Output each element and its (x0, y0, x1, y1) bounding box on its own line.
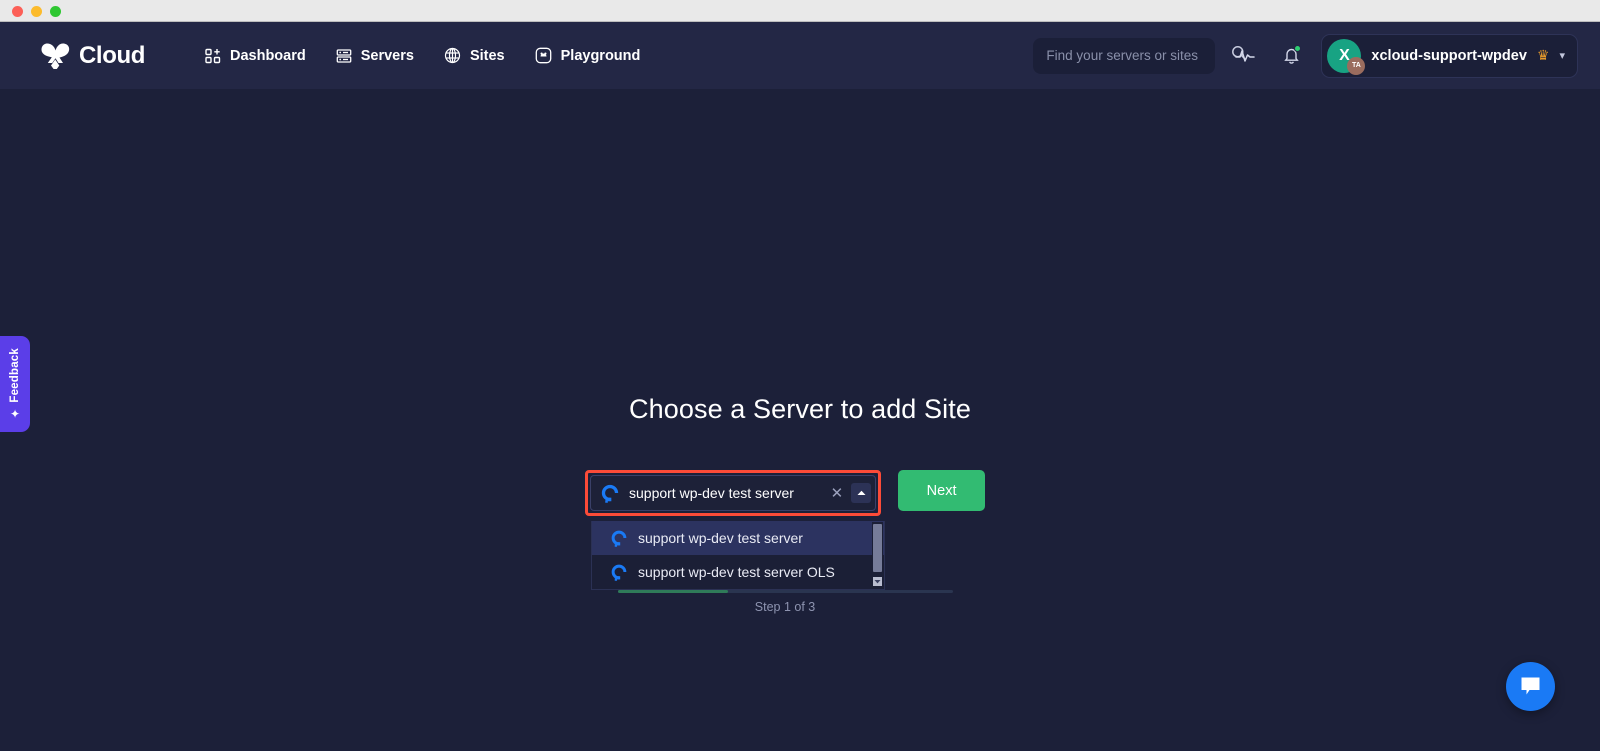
playground-icon (535, 47, 552, 64)
dropdown-scrollbar-thumb[interactable] (873, 524, 882, 572)
dropdown-option[interactable]: support wp-dev test server OLS (592, 555, 884, 589)
avatar: X TA (1327, 38, 1366, 75)
brand-logo[interactable]: Cloud (38, 41, 145, 71)
nav-item-sites[interactable]: Sites (444, 47, 505, 64)
header-right-tools: X TA xcloud-support-wpdev ♛ ▾ (1033, 33, 1578, 78)
account-menu[interactable]: X TA xcloud-support-wpdev ♛ ▾ (1321, 33, 1578, 78)
chevron-down-icon[interactable]: ▾ (1559, 49, 1565, 62)
xcloud-logo-icon (41, 42, 70, 69)
nav-label-playground: Playground (560, 47, 641, 64)
zoom-window-button[interactable] (50, 6, 61, 17)
dropdown-option-label: support wp-dev test server OLS (638, 564, 835, 580)
server-select-row: support wp-dev test server ✕ support wp-… (585, 470, 985, 590)
top-navigation-bar: Cloud Dashboard Servers Sites Playground… (0, 22, 1600, 89)
global-search[interactable] (1033, 37, 1247, 74)
browser-title-bar (0, 0, 1600, 22)
primary-nav: Dashboard Servers Sites Playground (205, 47, 640, 64)
server-select-value: support wp-dev test server (629, 485, 794, 501)
activity-pulse-icon[interactable] (1229, 40, 1261, 72)
dropdown-scrollbar[interactable] (872, 522, 883, 588)
globe-icon (444, 47, 461, 64)
server-select-control[interactable]: support wp-dev test server ✕ (590, 475, 877, 511)
wizard-progress: Step 1 of 3 (585, 590, 985, 614)
notification-unread-dot (1294, 44, 1302, 52)
scroll-down-arrow-icon[interactable] (873, 577, 882, 586)
clear-selection-icon[interactable]: ✕ (823, 486, 852, 501)
main-content: Choose a Server to add Site support wp-d… (0, 89, 1600, 751)
next-button[interactable]: Next (898, 470, 985, 511)
add-site-wizard: support wp-dev test server ✕ support wp-… (585, 470, 985, 614)
servers-rack-icon (336, 48, 352, 64)
progress-track (617, 590, 953, 593)
dashboard-grid-icon (205, 48, 221, 64)
nav-label-servers: Servers (360, 47, 414, 64)
chevron-up-icon[interactable] (851, 483, 872, 503)
account-name: xcloud-support-wpdev (1371, 47, 1527, 64)
dropdown-option-label: support wp-dev test server (638, 530, 803, 546)
avatar-badge: TA (1347, 56, 1366, 75)
notifications-bell-icon[interactable] (1275, 40, 1307, 72)
search-input[interactable] (1046, 48, 1224, 63)
digitalocean-icon (611, 530, 627, 547)
progress-fill (617, 590, 729, 593)
minimize-window-button[interactable] (31, 6, 42, 17)
step-label: Step 1 of 3 (754, 600, 816, 614)
server-select-highlight: support wp-dev test server ✕ support wp-… (585, 470, 885, 590)
digitalocean-icon (601, 484, 619, 503)
nav-item-servers[interactable]: Servers (336, 48, 414, 64)
brand-name: Cloud (79, 41, 145, 69)
window-traffic-lights (12, 6, 61, 17)
close-window-button[interactable] (12, 6, 23, 17)
chat-bubble-icon[interactable] (1506, 662, 1555, 711)
crown-icon: ♛ (1536, 47, 1550, 63)
nav-item-playground[interactable]: Playground (535, 47, 641, 64)
server-dropdown-list[interactable]: support wp-dev test server support wp-de… (591, 521, 885, 590)
app-shell: Cloud Dashboard Servers Sites Playground… (0, 22, 1600, 751)
nav-label-dashboard: Dashboard (229, 47, 306, 64)
nav-item-dashboard[interactable]: Dashboard (205, 48, 306, 64)
nav-label-sites: Sites (469, 47, 505, 64)
digitalocean-icon (611, 564, 627, 581)
dropdown-option[interactable]: support wp-dev test server (592, 521, 884, 555)
page-title: Choose a Server to add Site (629, 394, 971, 424)
